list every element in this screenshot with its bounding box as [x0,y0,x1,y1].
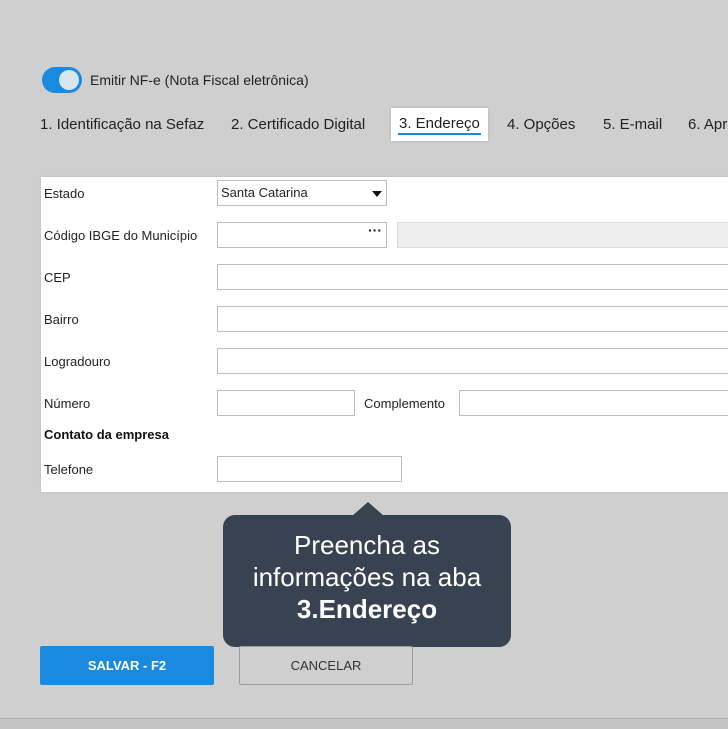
bairro-label: Bairro [44,312,79,327]
active-tab-underline [398,133,481,135]
estado-select[interactable]: Santa Catarina [217,180,387,206]
cep-input[interactable] [217,264,728,290]
help-tooltip: Preencha as informações na aba 3.Endereç… [223,515,511,647]
tooltip-arrow [352,502,384,516]
nfe-toggle-row: Emitir NF-e (Nota Fiscal eletrônica) [42,67,309,93]
tooltip-line-2: informações na aba [252,562,482,592]
tooltip-line-3: 3.Endereço [296,594,438,624]
tab-bar: 1. Identificação na Sefaz 2. Certificado… [0,108,728,148]
ibge-input[interactable]: ··· [217,222,387,248]
bottom-bar [0,718,728,729]
tooltip-line-1: Preencha as [294,530,440,560]
tab-endereco[interactable]: 3. Endereço [391,108,488,141]
logradouro-label: Logradouro [44,354,111,369]
tab-email[interactable]: 5. E-mail [603,116,662,133]
telefone-input[interactable] [217,456,402,482]
municipio-name-field [397,222,728,248]
complemento-label: Complemento [364,396,445,411]
telefone-label: Telefone [44,462,94,477]
emit-nfe-label: Emitir NF-e (Nota Fiscal eletrônica) [90,72,309,88]
ibge-label: Código IBGE do Município [44,228,198,243]
tab-certificado[interactable]: 2. Certificado Digital [231,116,365,133]
save-button[interactable]: SALVAR - F2 [40,646,214,685]
emit-nfe-toggle[interactable] [42,67,82,93]
tab-apr[interactable]: 6. Apr [688,116,727,133]
ellipsis-icon[interactable]: ··· [368,218,382,242]
bairro-input[interactable] [217,306,728,332]
logradouro-input[interactable] [217,348,728,374]
complemento-input[interactable] [459,390,728,416]
contato-section-title: Contato da empresa [44,427,169,442]
tab-opcoes[interactable]: 4. Opções [507,116,575,133]
cep-label: CEP [44,270,71,285]
estado-label: Estado [44,186,85,201]
numero-input[interactable] [217,390,355,416]
tab-identificacao[interactable]: 1. Identificação na Sefaz [40,116,204,133]
tab-endereco-label: 3. Endereço [399,115,480,132]
toggle-knob [59,70,79,90]
numero-label: Número [44,396,91,411]
cancel-button[interactable]: CANCELAR [239,646,413,685]
estado-value: Santa Catarina [221,185,308,200]
chevron-down-icon [372,191,382,197]
endereco-panel: Estado Santa Catarina Código IBGE do Mun… [41,177,728,492]
